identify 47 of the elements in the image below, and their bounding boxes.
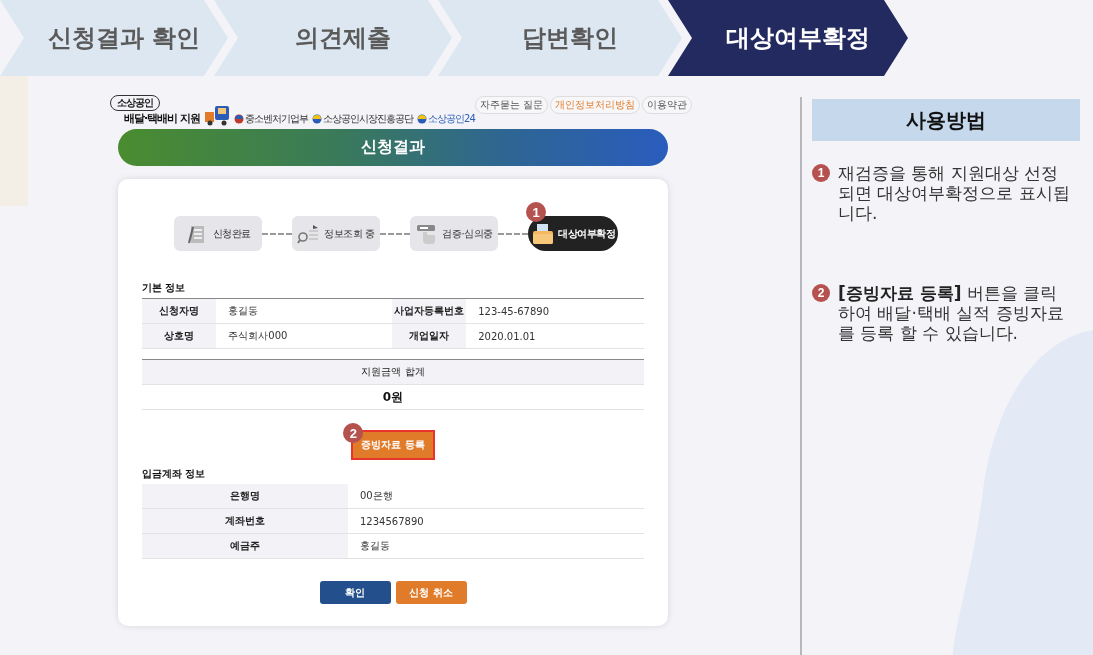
panel-title: 사용방법 (812, 99, 1080, 141)
search-icon (297, 222, 320, 245)
progress-step[interactable]: 정보조회 중 (292, 216, 380, 251)
hand-card-icon (415, 222, 438, 245)
section-title: 기본 정보 (142, 281, 187, 295)
progress-step[interactable]: 신청완료 (174, 216, 262, 251)
partner-name: 소상공인시장진흥공단 (323, 112, 413, 126)
table-cell: 00은행 (348, 484, 644, 509)
table-cell: 주식회사000 (216, 323, 392, 349)
header-link[interactable]: 자주묻는 질문 (474, 96, 548, 114)
instruction-text: 재검증을 통해 지원대상 선정되면 대상여부확정으로 표시됩니다. (838, 163, 1070, 225)
logo-subtitle: 배달·택배비 지원 (124, 111, 200, 126)
number-badge: 2 (812, 284, 830, 302)
emblem-icon (234, 114, 244, 124)
table-label: 개업일자 (391, 323, 467, 349)
section-title: 입금계좌 정보 (142, 467, 207, 481)
table-label: 상호명 (142, 323, 217, 349)
table-cell: 1234567890 (348, 508, 644, 534)
emblem-icon (312, 114, 322, 124)
number-badge: 1 (526, 202, 546, 222)
confirm-button[interactable]: 확인 (319, 581, 391, 604)
table-cell: 123-45-67890 (466, 298, 644, 324)
number-badge: 1 (812, 164, 830, 182)
emblem-icon (417, 114, 427, 124)
table-label: 신청자명 (142, 298, 217, 324)
step-tab[interactable]: 신청결과 확인 (0, 0, 228, 76)
table-label: 지원금액 합계 (142, 359, 644, 385)
page-title-bar: 신청결과 (118, 129, 668, 166)
step-tab[interactable]: 의견제출 (214, 0, 452, 76)
partner-name: 중소벤처기업부 (245, 112, 308, 126)
header-link[interactable]: 이용약관 (641, 96, 692, 114)
table-cell: 홍길동 (216, 298, 392, 324)
progress-step[interactable]: 대상여부확정 (528, 216, 618, 251)
table-label: 사업자등록번호 (391, 298, 467, 324)
table-cell: 2020.01.01 (466, 323, 644, 349)
table-label: 예금주 (142, 533, 348, 559)
step-tab[interactable]: 답변확인 (438, 0, 682, 76)
total-amount: 0원 (142, 384, 644, 410)
delivery-truck-icon (204, 104, 230, 126)
table-cell: 홍길동 (348, 533, 644, 559)
table-label: 계좌번호 (142, 508, 348, 534)
instruction-text: [증빙자료 등록] 버튼을 클릭하여 배달·택배 실적 증빙자료를 등록 할 수 있습니다. (838, 283, 1065, 345)
partner-name: 소상공인24 (428, 112, 475, 126)
step-tab[interactable]: 대상여부확정 (668, 0, 908, 76)
progress-step[interactable]: 검증·심의중 (410, 216, 498, 251)
folder-icon (531, 222, 553, 245)
table-label: 은행명 (142, 484, 348, 509)
